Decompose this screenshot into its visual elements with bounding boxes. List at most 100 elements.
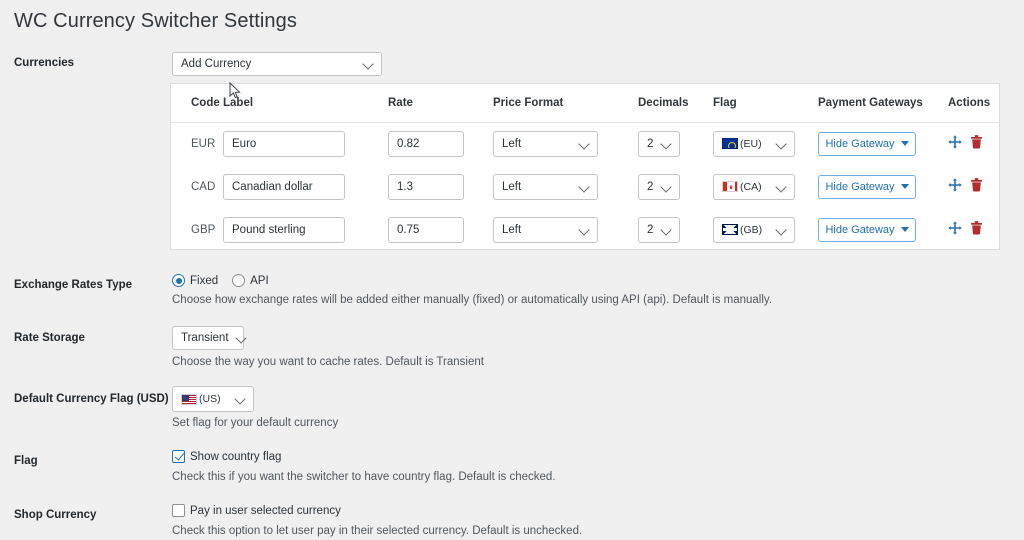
price-format-select[interactable]: Left [493, 216, 598, 243]
column-header-rate: Rate [388, 84, 493, 123]
triangle-down-icon [900, 227, 909, 232]
hide-gateway-button[interactable]: Hide Gateway [818, 131, 916, 156]
show-country-flag-checkbox[interactable]: Show country flag [172, 450, 281, 463]
column-header-price-format: Price Format [493, 84, 638, 123]
radio-fixed[interactable]: Fixed [172, 274, 218, 287]
default-currency-flag-help: Set flag for your default currency [172, 417, 339, 429]
price-format-select[interactable]: Left [493, 173, 598, 200]
flag-us-icon [181, 393, 197, 405]
currencies-table-panel: Code Label Rate Price Format Decimals Fl… [170, 83, 1001, 251]
flag-select[interactable]: (CA) [713, 173, 795, 200]
table-row: GBP Left 2 [171, 208, 1001, 251]
chevron-down-icon [579, 181, 591, 193]
chevron-down-icon [661, 138, 673, 150]
currency-rate-input[interactable] [388, 173, 464, 200]
flag-eu-icon [722, 138, 738, 150]
price-format-value: Left [502, 137, 522, 150]
decimals-value: 2 [647, 223, 654, 236]
shop-currency-label: Shop Currency [14, 509, 97, 521]
flag-label: Flag [14, 455, 38, 467]
page-title: WC Currency Switcher Settings [14, 10, 297, 32]
pay-in-user-selected-currency-checkbox-input[interactable] [172, 504, 185, 517]
move-icon[interactable] [948, 221, 962, 235]
decimals-select[interactable]: 2 [638, 173, 680, 200]
currency-code: GBP [191, 223, 216, 236]
flag-code: (GB) [740, 223, 763, 236]
exchange-rates-type-label: Exchange Rates Type [14, 279, 133, 291]
trash-icon[interactable] [971, 178, 982, 192]
hide-gateway-button[interactable]: Hide Gateway [818, 174, 916, 199]
column-header-code: Code [171, 84, 223, 123]
flag-code: (EU) [740, 137, 762, 150]
add-currency-select[interactable]: Add Currency [172, 52, 382, 76]
trash-icon[interactable] [971, 135, 982, 149]
default-flag-select[interactable]: (US) [172, 386, 254, 412]
currency-label-input[interactable] [223, 130, 345, 157]
radio-api[interactable]: API [232, 274, 269, 287]
radio-fixed-label: Fixed [190, 274, 219, 287]
table-row: EUR Left 2 [171, 122, 1001, 165]
flag-code: (US) [199, 393, 221, 405]
flag-select[interactable]: (EU) [713, 130, 795, 157]
chevron-down-icon [363, 58, 375, 70]
trash-icon[interactable] [971, 221, 982, 235]
flag-gb-icon [722, 224, 738, 235]
hide-gateway-label: Hide Gateway [825, 223, 895, 236]
currencies-table: Code Label Rate Price Format Decimals Fl… [171, 84, 1001, 251]
shop-currency-help: Check this option to let user pay in the… [172, 525, 583, 537]
chevron-down-icon [236, 332, 248, 344]
chevron-down-icon [776, 181, 788, 193]
radio-api-input[interactable] [232, 274, 246, 287]
column-header-decimals: Decimals [638, 84, 713, 123]
mouse-cursor [229, 82, 241, 99]
chevron-down-icon [661, 224, 673, 236]
chevron-down-icon [776, 138, 788, 150]
move-icon[interactable] [948, 135, 962, 149]
show-country-flag-checkbox-input[interactable] [172, 450, 185, 463]
table-row: CAD Left 2 [171, 165, 1001, 208]
chevron-down-icon [776, 224, 788, 236]
price-format-select[interactable]: Left [493, 130, 598, 157]
currency-label-input[interactable] [223, 216, 345, 243]
price-format-value: Left [502, 223, 522, 236]
rate-storage-select[interactable]: Transient [172, 326, 244, 350]
radio-api-label: API [250, 274, 269, 287]
table-header-row: Code Label Rate Price Format Decimals Fl… [171, 84, 1001, 123]
radio-fixed-input[interactable] [172, 274, 185, 287]
exchange-rates-type-help: Choose how exchange rates will be added … [172, 294, 773, 306]
currency-label-input[interactable] [223, 173, 345, 200]
chevron-down-icon [579, 224, 591, 236]
column-header-actions: Actions [948, 84, 1001, 123]
rate-storage-label: Rate Storage [14, 332, 85, 344]
rate-storage-help: Choose the way you want to cache rates. … [172, 356, 484, 368]
hide-gateway-label: Hide Gateway [825, 180, 895, 193]
chevron-down-icon [235, 393, 247, 405]
price-format-value: Left [502, 180, 522, 193]
settings-page: WC Currency Switcher Settings Currencies… [0, 0, 1024, 540]
column-header-payment-gateways: Payment Gateways [818, 84, 948, 123]
decimals-select[interactable]: 2 [638, 216, 680, 243]
column-header-flag: Flag [713, 84, 818, 123]
currency-rate-input[interactable] [388, 216, 464, 243]
flag-code: (CA) [740, 180, 762, 193]
pay-in-user-selected-currency-label: Pay in user selected currency [190, 504, 341, 517]
decimals-value: 2 [647, 180, 654, 193]
pay-in-user-selected-currency-checkbox[interactable]: Pay in user selected currency [172, 504, 341, 517]
decimals-select[interactable]: 2 [638, 130, 680, 157]
currency-rate-input[interactable] [388, 130, 464, 157]
triangle-down-icon [900, 184, 909, 189]
currency-code: CAD [191, 180, 216, 193]
decimals-value: 2 [647, 137, 654, 150]
flag-select[interactable]: (GB) [713, 216, 795, 243]
currencies-label: Currencies [14, 57, 75, 69]
show-country-flag-label: Show country flag [190, 450, 282, 463]
move-icon[interactable] [948, 178, 962, 192]
hide-gateway-label: Hide Gateway [825, 137, 895, 150]
column-header-label: Label [223, 84, 388, 123]
flag-ca-icon [722, 181, 738, 192]
currency-code: EUR [191, 137, 216, 150]
add-currency-value: Add Currency [181, 58, 252, 70]
default-currency-flag-label: Default Currency Flag (USD) [14, 393, 169, 405]
rate-storage-value: Transient [181, 332, 229, 344]
hide-gateway-button[interactable]: Hide Gateway [818, 217, 916, 242]
